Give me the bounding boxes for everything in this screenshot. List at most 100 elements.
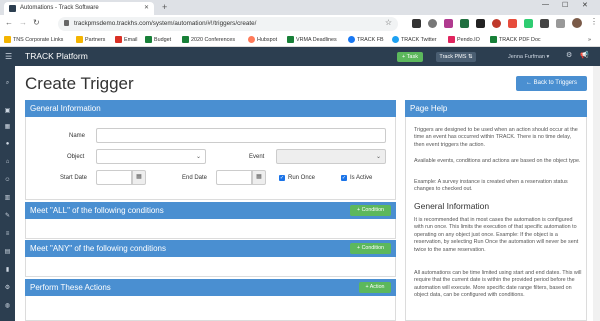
chart-icon[interactable]: ▮	[4, 267, 11, 274]
extension-icon[interactable]	[524, 19, 533, 28]
bookmark-item[interactable]: Partners	[76, 36, 105, 45]
help-paragraph: Triggers are designed to be used when an…	[414, 127, 578, 148]
bookmark-label: VRMA Deadlines	[296, 37, 337, 43]
add-all-condition-button[interactable]: + Condition	[350, 205, 391, 216]
more-menu-icon[interactable]: ⋮	[590, 17, 598, 26]
wrench-icon[interactable]: ✎	[4, 213, 11, 220]
reload-icon[interactable]: ↻	[33, 18, 40, 27]
megaphone-icon[interactable]: 📢	[580, 51, 589, 59]
new-tab-button[interactable]: +	[162, 1, 167, 13]
extension-icon[interactable]	[428, 19, 437, 28]
sheets-icon	[145, 36, 152, 44]
building-icon[interactable]: ▥	[4, 195, 11, 202]
bookmark-label: Email	[124, 37, 138, 43]
mail-icon	[115, 36, 122, 44]
scrollbar[interactable]	[593, 66, 600, 321]
list-icon[interactable]: ≡	[4, 231, 11, 238]
add-any-condition-button[interactable]: + Condition	[350, 243, 391, 254]
globe-icon[interactable]: ◍	[4, 303, 11, 310]
user-menu[interactable]: Jenna Furfman ▾	[508, 52, 549, 62]
bookmark-item[interactable]: TNS Corporate Links	[4, 36, 63, 45]
start-date-input[interactable]	[96, 170, 132, 185]
run-once-checkbox[interactable]: ✓	[279, 175, 285, 181]
bookmark-item[interactable]: TRACK Twitter	[392, 36, 437, 45]
run-once-label: Run Once	[288, 175, 316, 181]
is-active-checkbox[interactable]: ✓	[341, 175, 347, 181]
other-bookmarks-button[interactable]: »	[588, 36, 591, 45]
end-date-label: End Date	[182, 175, 208, 181]
home-icon[interactable]: ⌂	[4, 159, 11, 166]
event-label: Event	[249, 154, 265, 160]
browser-tab[interactable]: Automations - Track Software ✕	[4, 2, 154, 15]
grid-icon[interactable]: ▤	[4, 249, 11, 256]
all-conditions-header: Meet "ALL" of the following conditions	[25, 202, 396, 219]
general-info-header: General Information	[25, 100, 396, 117]
extension-icon[interactable]	[540, 19, 549, 28]
bookmark-item[interactable]: Hubspot	[248, 36, 277, 45]
search-icon[interactable]: ⌕	[4, 80, 11, 87]
window-maximize-icon[interactable]: ☐	[562, 1, 568, 9]
extension-icon[interactable]	[444, 19, 453, 28]
extension-icon[interactable]	[412, 19, 421, 28]
bookmark-item[interactable]: VRMA Deadlines	[287, 36, 337, 45]
name-label: Name	[69, 133, 86, 139]
any-conditions-body	[25, 257, 396, 277]
sidebar: ⌕ ▣ ▦ ● ⌂ ☺ ▥ ✎ ≡ ▤ ▮ ⚙ ◍	[0, 66, 15, 321]
help-paragraph: It is recommended that in most cases the…	[414, 217, 579, 253]
brand-title[interactable]: TRACK Platform	[25, 51, 88, 62]
bookmark-label: Budget	[154, 37, 172, 43]
any-conditions-header: Meet "ANY" of the following conditions	[25, 240, 396, 257]
back-to-triggers-button[interactable]: ← Back to Triggers	[516, 76, 587, 91]
forward-arrow-icon[interactable]: →	[19, 18, 27, 27]
app-topnav: ☰ TRACK Platform + Task Track PMS ⇅ Jenn…	[0, 47, 600, 66]
settings-icon[interactable]: ⚙	[4, 285, 11, 292]
bookmark-item[interactable]: TRACK FB	[348, 36, 384, 45]
calendar-icon[interactable]: ▦	[132, 170, 146, 185]
avatar[interactable]	[572, 18, 582, 28]
bookmark-item[interactable]: Pendo.IO	[448, 36, 480, 45]
help-paragraph: Available events, conditions and actions…	[414, 158, 581, 164]
dashboard-icon[interactable]: ▣	[4, 108, 11, 115]
star-icon[interactable]: ☆	[385, 18, 392, 27]
window-minimize-icon[interactable]: —	[542, 1, 549, 8]
facebook-icon	[348, 36, 355, 44]
window-close-icon[interactable]: ✕	[582, 1, 588, 9]
lock-icon	[64, 20, 69, 26]
object-label: Object	[67, 154, 85, 160]
folder-icon	[76, 36, 83, 44]
panel-title: Perform These Actions	[30, 283, 111, 292]
product-switcher[interactable]: Track PMS ⇅	[436, 52, 476, 62]
bookmark-label: Pendo.IO	[457, 37, 480, 43]
add-task-button[interactable]: + Task	[397, 52, 423, 62]
is-active-label: Is Active	[350, 175, 373, 181]
address-bar[interactable]: trackpmsdemo.trackhs.com/system/automati…	[58, 17, 398, 31]
tab-close-icon[interactable]: ✕	[144, 4, 149, 13]
extension-icon[interactable]	[476, 19, 485, 28]
event-select[interactable]: ⌄	[276, 149, 386, 164]
switch-icon: ⇅	[467, 54, 473, 60]
users-icon[interactable]: ☺	[4, 177, 11, 184]
end-date-input[interactable]	[216, 170, 252, 185]
start-date-label: Start Date	[60, 175, 88, 181]
bookmark-item[interactable]: Budget	[145, 36, 171, 45]
extension-icon[interactable]	[460, 19, 469, 28]
check-circle-icon[interactable]: ●	[4, 141, 11, 148]
hamburger-icon[interactable]: ☰	[5, 52, 12, 61]
extension-icon[interactable]	[492, 19, 501, 28]
calendar-icon[interactable]: ▦	[252, 170, 266, 185]
puzzle-icon[interactable]	[556, 19, 565, 28]
settings-icon[interactable]: ⚙	[566, 51, 572, 59]
bookmark-label: 2020 Conferences	[191, 37, 236, 43]
back-arrow-icon[interactable]: ←	[5, 18, 13, 27]
bookmark-item[interactable]: 2020 Conferences	[182, 36, 235, 45]
object-select[interactable]: ⌄	[96, 149, 206, 164]
chevron-down-icon: ⌄	[375, 154, 381, 160]
actions-body	[25, 296, 396, 321]
bookmark-label: Hubspot	[257, 37, 278, 43]
name-input[interactable]	[96, 128, 386, 143]
extension-icon[interactable]	[508, 19, 517, 28]
bookmark-item[interactable]: Email	[115, 36, 137, 45]
calendar-icon[interactable]: ▦	[4, 124, 11, 131]
add-action-button[interactable]: + Action	[359, 282, 391, 293]
bookmark-item[interactable]: TRACK PDF Doc	[490, 36, 541, 45]
